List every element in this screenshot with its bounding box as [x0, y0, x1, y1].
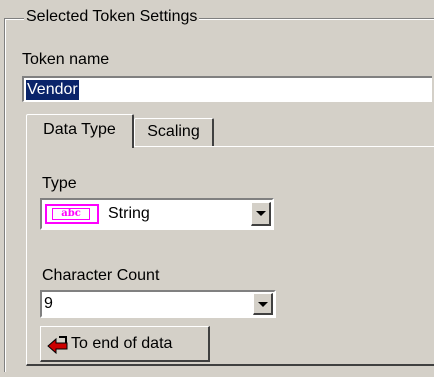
character-count-dropdown[interactable]: 9 — [40, 290, 276, 318]
abc-icon-text: abc — [52, 208, 90, 220]
red-arrow-left-icon — [47, 336, 68, 355]
character-count-label: Character Count — [42, 267, 160, 284]
type-dropdown[interactable]: abc String — [40, 198, 274, 230]
tab-scaling[interactable]: Scaling — [134, 118, 214, 146]
type-label: Type — [42, 175, 77, 192]
token-name-value: Vendor — [26, 80, 79, 100]
type-value: String — [108, 205, 150, 222]
tab-scaling-label: Scaling — [147, 123, 200, 140]
chevron-down-icon[interactable] — [253, 293, 273, 315]
group-title: Selected Token Settings — [24, 6, 200, 28]
token-name-input[interactable]: Vendor — [22, 76, 432, 102]
token-name-label: Token name — [22, 51, 110, 68]
to-end-of-data-button[interactable]: To end of data — [40, 326, 210, 362]
token-settings-panel: Selected Token Settings Token name Vendo… — [0, 0, 434, 377]
to-end-of-data-label: To end of data — [71, 335, 173, 352]
tab-data-type-label: Data Type — [43, 121, 116, 138]
abc-string-icon: abc — [45, 204, 99, 224]
chevron-down-icon[interactable] — [251, 202, 271, 226]
character-count-value: 9 — [44, 295, 53, 312]
tab-data-type[interactable]: Data Type — [26, 114, 134, 148]
